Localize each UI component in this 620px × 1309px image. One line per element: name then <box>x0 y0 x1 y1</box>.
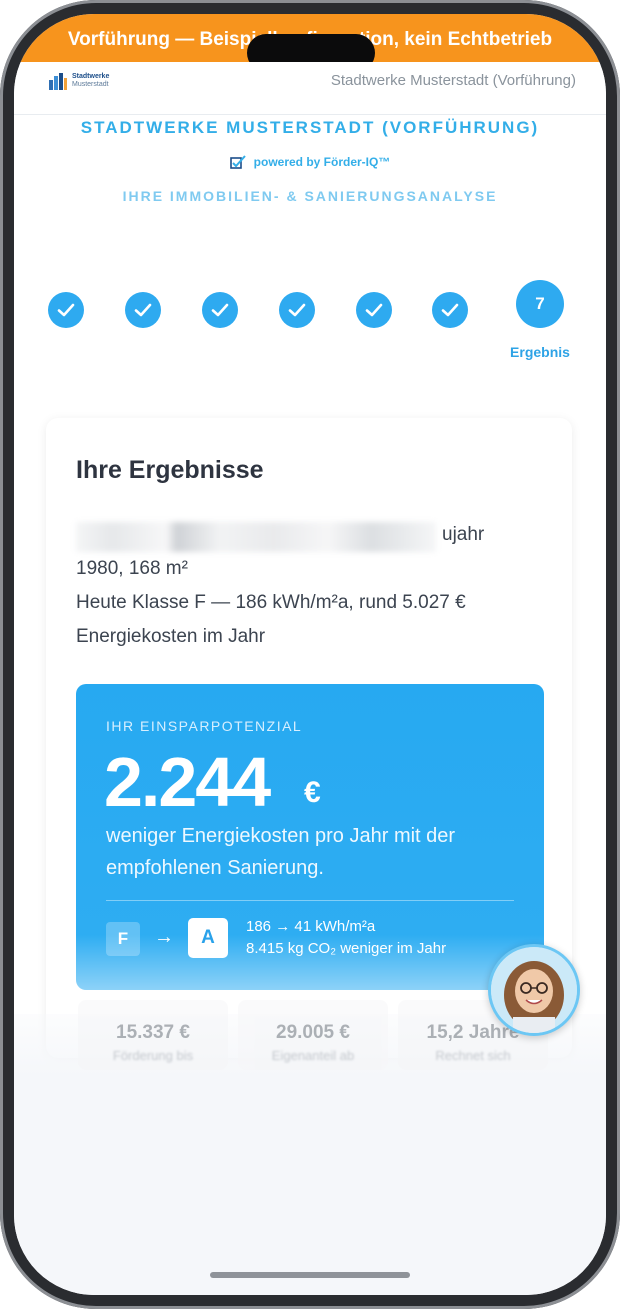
property-line-1: ujahr <box>442 524 485 545</box>
energy-change: 186 → 41 kWh/m²a <box>246 918 376 935</box>
energy-class-target: A <box>188 918 228 958</box>
stat-label: Eigenanteil ab <box>271 1048 355 1063</box>
stat-value: 15.337 € <box>116 1022 190 1043</box>
step-3-complete[interactable] <box>202 292 238 328</box>
checkmark-icon <box>57 303 75 317</box>
advisor-avatar-icon <box>491 947 577 1033</box>
powered-by: powered by Förder-IQ™ <box>14 155 606 169</box>
step-5-complete[interactable] <box>356 292 392 328</box>
savings-currency: € <box>304 776 321 809</box>
step-4-complete[interactable] <box>279 292 315 328</box>
savings-amount: 2.244 <box>104 743 271 821</box>
phone-screen: Vorführung — Beispielkonfiguration, kein… <box>14 14 606 1295</box>
brand-title: STADTWERKE MUSTERSTADT (VORFÜHRUNG) <box>80 118 540 137</box>
step-7-label: Ergebnis <box>510 344 570 360</box>
home-indicator[interactable] <box>210 1272 410 1278</box>
checkmark-icon <box>288 303 306 317</box>
header-company-name: Stadtwerke Musterstadt (Vorführung) <box>330 72 576 89</box>
checkmark-icon <box>365 303 383 317</box>
energy-class-current: F <box>106 922 140 956</box>
property-line-4: Energiekosten im Jahr <box>76 626 266 647</box>
property-line-2: 1980, 168 m² <box>76 558 188 579</box>
advisor-avatar[interactable] <box>488 944 580 1036</box>
step-7-current[interactable]: 7 <box>516 280 564 328</box>
arrow-right-icon: → <box>154 926 174 948</box>
step-2-complete[interactable] <box>125 292 161 328</box>
checkmark-icon <box>211 303 229 317</box>
checkmark-icon <box>441 303 459 317</box>
results-title: Ihre Ergebnisse <box>76 456 264 484</box>
powered-by-text: powered by Förder-IQ™ <box>253 155 391 169</box>
savings-label: IHR EINSPARPOTENZIAL <box>106 718 303 734</box>
co2-reduction: 8.415 kg CO₂ weniger im Jahr <box>246 940 447 957</box>
savings-box: IHR EINSPARPOTENZIAL 2.244 € weniger Ene… <box>76 684 544 990</box>
savings-description: weniger Energiekosten pro Jahr mit der e… <box>106 825 456 879</box>
logo-line2: Musterstadt <box>72 81 109 88</box>
step-6-complete[interactable] <box>432 292 468 328</box>
stat-own-share: 29.005 € Eigenanteil ab <box>238 1000 388 1070</box>
property-line-3: Heute Klasse F — 186 kWh/m²a, rund 5.027… <box>76 592 466 613</box>
analysis-subtitle: IHRE IMMOBILIEN- & SANIERUNGSANALYSE <box>122 188 498 204</box>
logo-text: Stadtwerke Musterstadt <box>72 73 109 89</box>
stadtwerke-logo-icon <box>49 73 67 90</box>
savings-divider <box>106 900 514 901</box>
stadtwerke-logo[interactable]: Stadtwerke Musterstadt <box>48 72 109 90</box>
results-card: Ihre Ergebnisse ujahr 1980, 168 m² Heute… <box>46 418 572 1058</box>
stat-label: Förderung bis <box>112 1048 194 1063</box>
stat-label: Rechnet sich <box>435 1048 511 1063</box>
step-1-complete[interactable] <box>48 292 84 328</box>
stat-funding: 15.337 € Förderung bis <box>78 1000 228 1070</box>
checkmark-icon <box>134 303 152 317</box>
property-summary: ujahr 1980, 168 m² Heute Klasse F — 186 … <box>76 518 536 654</box>
logo-line1: Stadtwerke <box>72 73 110 80</box>
progress-stepper: 7 Ergebnis <box>14 280 606 360</box>
checkbox-icon <box>229 155 246 169</box>
app-header: Stadtwerke Musterstadt Stadtwerke Muster… <box>14 62 606 115</box>
phone-frame: Vorführung — Beispielkonfiguration, kein… <box>0 0 620 1309</box>
stat-value: 29.005 € <box>276 1022 350 1043</box>
